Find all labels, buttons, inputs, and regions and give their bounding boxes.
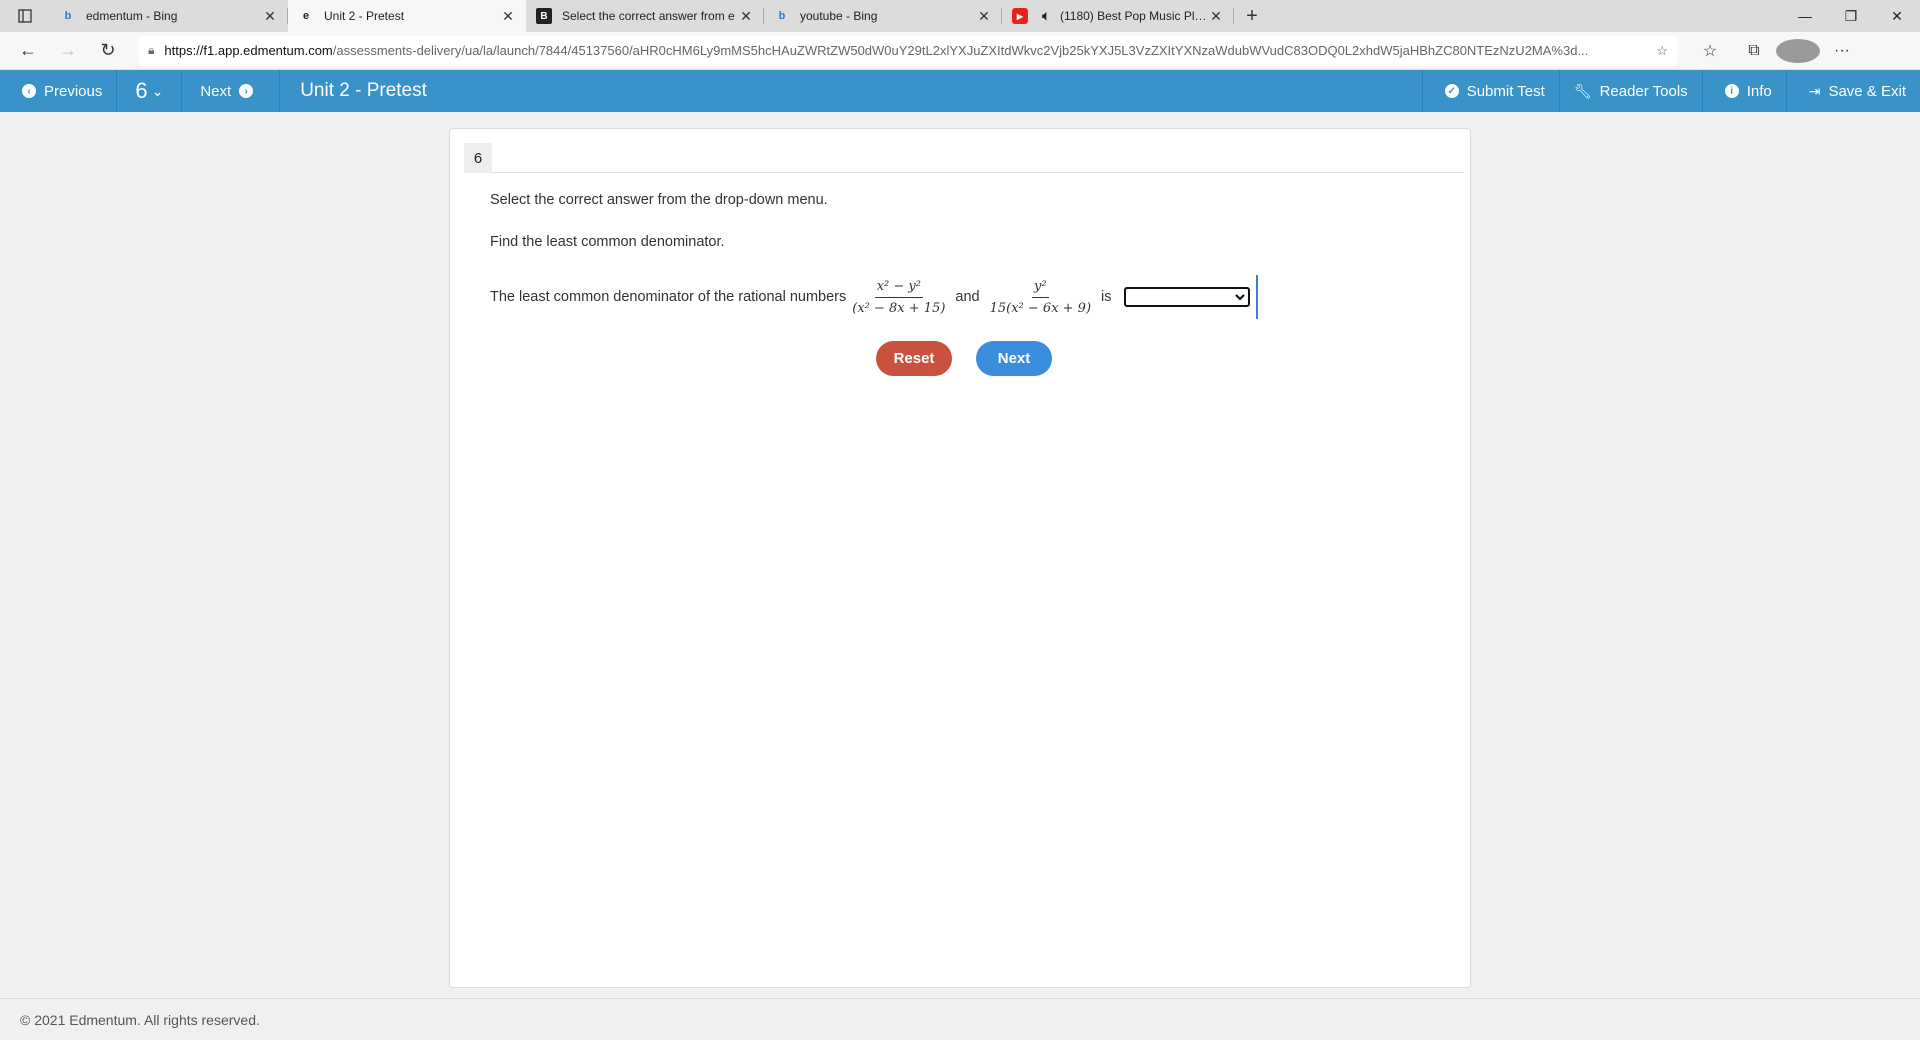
- save-exit-button[interactable]: ⇥ Save & Exit: [1785, 70, 1920, 112]
- info-label: Info: [1746, 82, 1772, 100]
- submit-test-button[interactable]: ✓ Submit Test: [1421, 70, 1559, 112]
- copyright-text: © 2021 Edmentum. All rights reserved.: [20, 1011, 260, 1028]
- fraction-2-denominator: 15(x² − 6x + 9): [989, 300, 1092, 316]
- previous-button[interactable]: ‹ Previous: [0, 70, 118, 112]
- action-buttons: Reset Next: [450, 341, 1472, 376]
- stem-text: The least common denominator of the rati…: [490, 289, 847, 305]
- reader-tools-button[interactable]: 🔧︎ Reader Tools: [1558, 70, 1702, 112]
- window-controls: — ❐ ✕: [1782, 0, 1920, 32]
- chevron-left-circle-icon: ‹: [22, 84, 36, 98]
- is-text: is: [1101, 289, 1112, 305]
- more-menu-icon[interactable]: ···: [1820, 39, 1864, 63]
- fraction-1: x² − y² (x² − 8x + 15): [852, 279, 945, 316]
- save-exit-label: Save & Exit: [1828, 82, 1906, 100]
- minimize-icon[interactable]: —: [1782, 0, 1828, 32]
- chevron-right-circle-icon: ›: [239, 84, 254, 98]
- reset-button[interactable]: Reset: [876, 341, 952, 376]
- tab-actions-icon[interactable]: [0, 0, 50, 32]
- speaker-icon[interactable]: 🔈︎: [1038, 8, 1054, 24]
- browser-tab-brainly[interactable]: B Select the correct answer from e ✕: [526, 0, 764, 32]
- edmentum-icon: e: [302, 10, 310, 22]
- new-tab-plus-icon[interactable]: +: [1234, 0, 1270, 32]
- fraction-1-denominator: (x² − 8x + 15): [852, 300, 946, 316]
- and-text: and: [955, 289, 980, 305]
- footer: © 2021 Edmentum. All rights reserved.: [0, 998, 1920, 1040]
- tab-title: Unit 2 - Pretest: [324, 9, 405, 23]
- fraction-1-numerator: x² − y²: [874, 279, 923, 298]
- collections-icon[interactable]: ⧉: [1732, 39, 1776, 63]
- browser-tab-edmentum-bing[interactable]: b edmentum - Bing ✕: [50, 0, 288, 32]
- profile-avatar[interactable]: [1776, 38, 1820, 63]
- browser-address-bar: ← → ↻ 🔒︎ https://f1.app.edmentum.com /as…: [0, 32, 1920, 70]
- browser-tab-unit2-pretest[interactable]: e Unit 2 - Pretest ✕: [288, 0, 526, 32]
- browser-tab-youtube-bing[interactable]: b youtube - Bing ✕: [764, 0, 1002, 32]
- lock-icon: 🔒︎: [148, 43, 155, 57]
- info-button[interactable]: i Info: [1701, 70, 1786, 112]
- brainly-icon: B: [536, 8, 552, 24]
- submit-label: Submit Test: [1466, 82, 1545, 100]
- question-number: 6: [135, 78, 148, 103]
- fraction-2: y² 15(x² − 6x + 9): [990, 279, 1091, 316]
- close-icon[interactable]: ✕: [976, 8, 992, 25]
- chevron-down-icon: ⌄: [151, 82, 164, 99]
- question-instruction: Select the correct answer from the drop-…: [490, 192, 828, 208]
- url-host: https://f1.app.edmentum.com: [164, 43, 333, 58]
- check-circle-icon: ✓: [1444, 84, 1459, 98]
- sign-out-icon: ⇥: [1808, 82, 1821, 99]
- next-button[interactable]: Next: [976, 341, 1052, 376]
- fraction-2-numerator: y²: [1032, 279, 1049, 298]
- question-number-dropdown[interactable]: 6 ⌄: [117, 70, 183, 112]
- question-header: 6: [464, 143, 1464, 173]
- url-path: /assessments-delivery/ua/la/launch/7844/…: [332, 43, 1589, 58]
- bing-icon: b: [64, 10, 72, 22]
- youtube-icon: ▶: [1012, 8, 1028, 24]
- bing-icon: b: [778, 10, 786, 22]
- close-icon[interactable]: ✕: [1208, 8, 1224, 25]
- answer-dropdown[interactable]: [1123, 287, 1250, 307]
- favorite-star-icon[interactable]: ☆: [1646, 43, 1668, 59]
- assessment-toolbar: ‹ Previous 6 ⌄ Next › Unit 2 - Pretest ✓…: [0, 70, 1920, 112]
- forward-arrow-icon[interactable]: →: [48, 35, 88, 67]
- favorites-list-icon[interactable]: ☆: [1688, 39, 1732, 63]
- wrench-icon: 🔧︎: [1573, 82, 1592, 99]
- browser-tab-strip: b edmentum - Bing ✕ e Unit 2 - Pretest ✕…: [0, 0, 1920, 32]
- info-icon: i: [1724, 84, 1739, 98]
- tab-title: youtube - Bing: [800, 9, 878, 23]
- restore-icon[interactable]: ❐: [1828, 0, 1874, 32]
- tab-title: edmentum - Bing: [86, 9, 178, 23]
- reader-tools-label: Reader Tools: [1599, 82, 1688, 100]
- url-input[interactable]: 🔒︎ https://f1.app.edmentum.com /assessme…: [138, 35, 1678, 66]
- close-icon[interactable]: ✕: [500, 8, 516, 25]
- close-icon[interactable]: ✕: [262, 8, 278, 25]
- question-card: 6 Select the correct answer from the dro…: [449, 128, 1471, 988]
- next-toolbar-button[interactable]: Next ›: [182, 70, 281, 112]
- browser-tab-youtube-music[interactable]: ▶ 🔈︎ (1180) Best Pop Music Playl ✕: [1002, 0, 1234, 32]
- question-prompt: Find the least common denominator.: [490, 234, 725, 250]
- tab-title: (1180) Best Pop Music Playl: [1060, 9, 1208, 23]
- window-close-icon[interactable]: ✕: [1874, 0, 1920, 32]
- tab-title: Select the correct answer from e: [562, 9, 735, 23]
- back-arrow-icon[interactable]: ←: [8, 35, 48, 67]
- focus-caret: [1255, 275, 1258, 319]
- previous-label: Previous: [44, 82, 103, 100]
- question-stem: The least common denominator of the rati…: [490, 269, 1258, 325]
- question-number-badge: 6: [464, 143, 492, 173]
- close-icon[interactable]: ✕: [738, 8, 754, 25]
- refresh-icon[interactable]: ↻: [88, 35, 128, 67]
- next-label: Next: [200, 82, 232, 100]
- page-title: Unit 2 - Pretest: [300, 80, 427, 101]
